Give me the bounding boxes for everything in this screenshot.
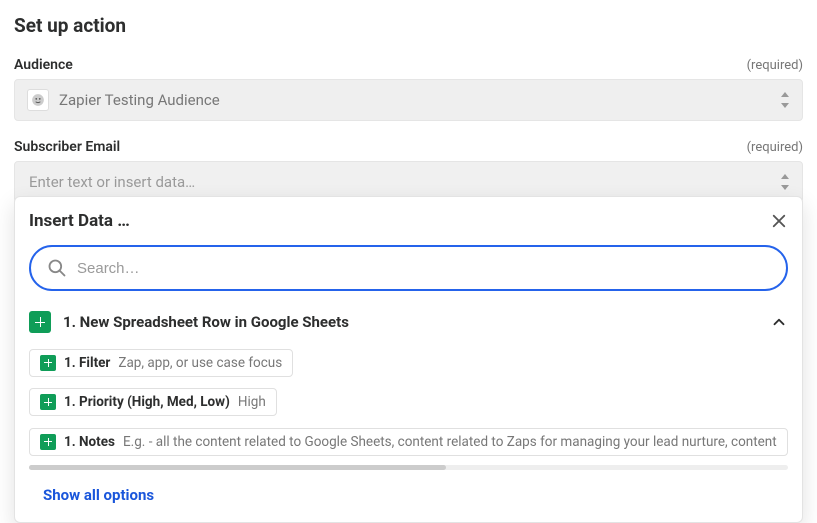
show-all-options-button[interactable]: Show all options [29, 482, 788, 508]
subscriber-email-label: Subscriber Email [14, 139, 120, 155]
list-item[interactable]: 1. Notes E.g. - all the content related … [29, 426, 788, 456]
search-input[interactable] [77, 260, 770, 277]
dropdown-title: Insert Data … [29, 211, 130, 231]
item-value: Zap, app, or use case focus [118, 355, 282, 371]
mailchimp-icon [27, 89, 49, 111]
list-item[interactable]: 1. Priority (High, Med, Low) High [29, 387, 788, 417]
field-audience: Audience (required) Zapier Testing Audie… [14, 57, 803, 121]
subscriber-email-required: (required) [747, 140, 803, 155]
item-label: 1. Priority (High, Med, Low) [64, 394, 230, 410]
item-label: 1. Notes [64, 434, 115, 450]
subscriber-email-placeholder: Enter text or insert data… [29, 173, 195, 191]
chevron-up-icon [770, 313, 788, 331]
search-box[interactable] [29, 245, 788, 291]
audience-label: Audience [14, 57, 73, 73]
horizontal-scrollbar[interactable] [29, 465, 788, 470]
google-sheets-icon [40, 394, 56, 410]
source-group-title: 1. New Spreadsheet Row in Google Sheets [63, 313, 349, 331]
close-icon[interactable] [770, 212, 788, 230]
list-item[interactable]: 1. Filter Zap, app, or use case focus [29, 347, 788, 377]
item-label: 1. Filter [64, 355, 110, 371]
data-options-list: 1. Filter Zap, app, or use case focus 1.… [29, 347, 788, 461]
google-sheets-icon [40, 355, 56, 371]
audience-required: (required) [747, 58, 803, 73]
source-group-header[interactable]: 1. New Spreadsheet Row in Google Sheets [29, 307, 788, 347]
item-value: High [238, 394, 266, 410]
field-subscriber-email: Subscriber Email (required) Enter text o… [14, 139, 803, 203]
audience-select[interactable]: Zapier Testing Audience [14, 79, 803, 121]
item-value: E.g. - all the content related to Google… [123, 434, 777, 450]
updown-icon [780, 92, 790, 108]
page-title: Set up action [14, 14, 803, 37]
google-sheets-icon [40, 434, 56, 450]
insert-data-dropdown: Insert Data … 1. New Spreadsheet Row in … [14, 196, 803, 523]
audience-value: Zapier Testing Audience [59, 91, 220, 109]
google-sheets-icon [29, 311, 51, 333]
scrollbar-thumb[interactable] [29, 465, 446, 470]
updown-icon [780, 174, 790, 190]
search-icon [47, 258, 67, 278]
